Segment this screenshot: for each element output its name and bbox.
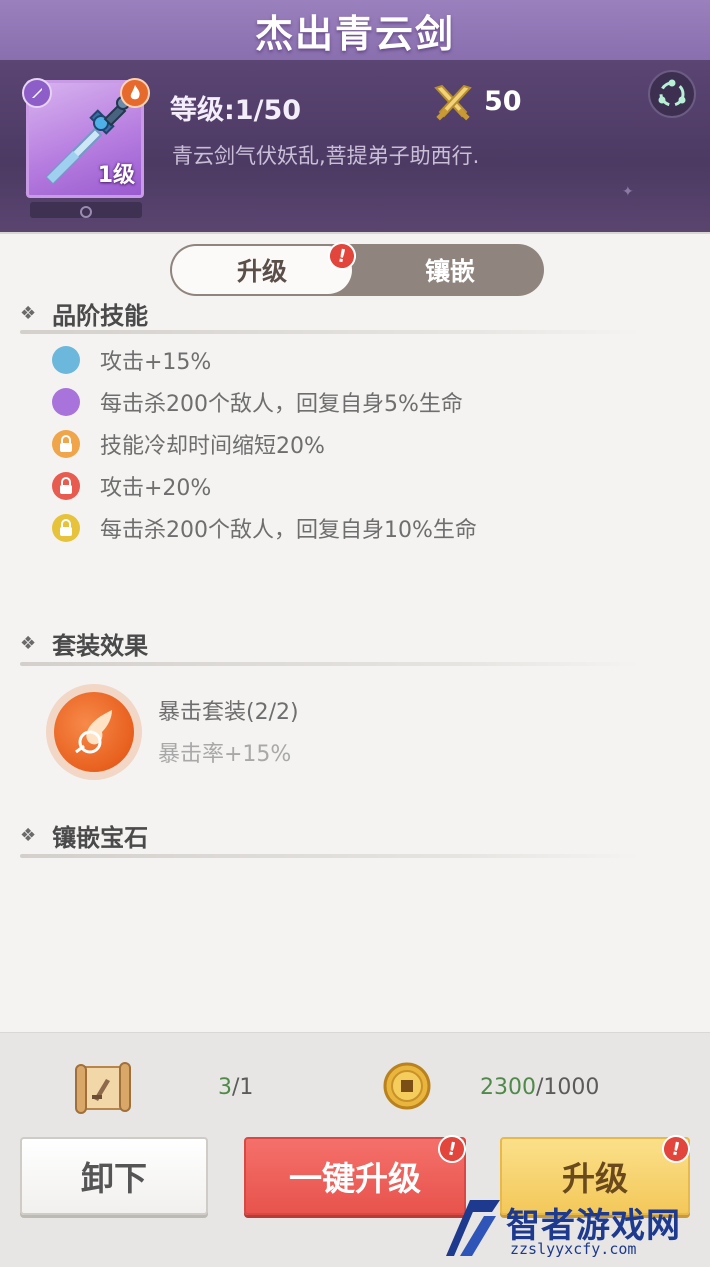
set-name: 暴击套装(2/2)	[158, 700, 299, 725]
diamond-bullet-icon: ❖	[20, 303, 37, 324]
combat-power-value: 50	[484, 86, 522, 117]
scroll-icon	[75, 1062, 131, 1114]
coin-have: 2300	[480, 1075, 536, 1100]
detail-panel: 升级 镶嵌 ! ❖ 品阶技能 攻击+15% 每击杀200个敌人，回复自身5%生命…	[0, 232, 710, 1032]
section-quality-skills: ❖ 品阶技能	[20, 296, 148, 331]
one-click-upgrade-button[interactable]: 一键升级	[244, 1137, 466, 1215]
coin-count: 2300/1000	[480, 1075, 599, 1100]
section-title: 镶嵌宝石	[52, 824, 149, 852]
tab-inlay[interactable]: 镶嵌	[356, 244, 544, 296]
unequip-button[interactable]: 卸下	[20, 1137, 208, 1215]
tab-bar: 升级 镶嵌 !	[170, 239, 544, 296]
page-title: 杰出青云剑	[254, 11, 455, 56]
skill-item: 攻击+15%	[52, 344, 211, 376]
tab-inlay-label: 镶嵌	[424, 257, 475, 286]
section-title: 品阶技能	[52, 302, 149, 330]
section-divider	[20, 330, 640, 334]
lock-icon	[52, 430, 80, 458]
section-title: 套装效果	[52, 632, 149, 660]
tab-upgrade-label: 升级	[236, 257, 287, 286]
item-level-text: 等级:1/50	[170, 95, 302, 126]
title-bar: 杰出青云剑	[0, 0, 710, 60]
skill-text: 每击杀200个敌人，回复自身5%生命	[100, 392, 463, 417]
skill-text: 每击杀200个敌人，回复自身10%生命	[100, 518, 477, 543]
share-button[interactable]	[648, 70, 696, 118]
scroll-have: 3	[218, 1075, 232, 1100]
skill-text: 攻击+15%	[100, 350, 212, 375]
item-stand	[30, 202, 142, 218]
item-description: 青云剑气伏妖乱,菩提弟子助西行.	[172, 144, 480, 168]
weapon-type-icon	[22, 78, 52, 108]
crossed-swords-icon	[434, 84, 472, 121]
skill-item: 技能冷却时间缩短20%	[52, 428, 325, 460]
share-icon	[658, 79, 686, 107]
item-level-tag: 1级	[97, 163, 135, 188]
set-effect-icon[interactable]	[46, 684, 142, 780]
skill-item: 每击杀200个敌人，回复自身5%生命	[52, 386, 463, 418]
section-set-effect: ❖ 套装效果	[20, 626, 148, 661]
crit-flame-icon	[54, 692, 134, 772]
diamond-bullet-icon: ❖	[20, 633, 37, 654]
one-click-upgrade-label: 一键升级	[289, 1159, 421, 1198]
coin-need: /1000	[536, 1075, 600, 1100]
flame-icon	[120, 78, 150, 108]
skill-dot-icon	[52, 346, 80, 374]
section-gems: ❖ 镶嵌宝石	[20, 818, 148, 853]
tab-upgrade[interactable]: 升级	[172, 246, 352, 294]
item-header: ✦ ✦ 1级 等级:1/50 50 青云剑气伏妖乱,菩提弟子助西行.	[0, 60, 710, 232]
coin-icon	[383, 1062, 431, 1110]
lock-icon	[52, 514, 80, 542]
skill-dot-icon	[52, 388, 80, 416]
scroll-need: /1	[232, 1075, 254, 1100]
skill-text: 技能冷却时间缩短20%	[100, 434, 325, 459]
section-divider	[20, 854, 640, 858]
section-divider	[20, 662, 640, 666]
skill-item: 攻击+20%	[52, 470, 211, 502]
site-watermark: 智者游戏网 zzslyyxcfy.com	[440, 1192, 710, 1267]
watermark-url: zzslyyxcfy.com	[510, 1240, 637, 1258]
set-effect-text: 暴击率+15%	[158, 742, 292, 767]
skill-item: 每击杀200个敌人，回复自身10%生命	[52, 512, 477, 544]
sparkle-icon: ✦	[622, 184, 634, 200]
skill-text: 攻击+20%	[100, 476, 212, 501]
diamond-bullet-icon: ❖	[20, 825, 37, 846]
watermark-logo-icon	[446, 1200, 500, 1256]
lock-icon	[52, 472, 80, 500]
scroll-count: 3/1	[218, 1075, 253, 1100]
unequip-label: 卸下	[81, 1159, 147, 1198]
